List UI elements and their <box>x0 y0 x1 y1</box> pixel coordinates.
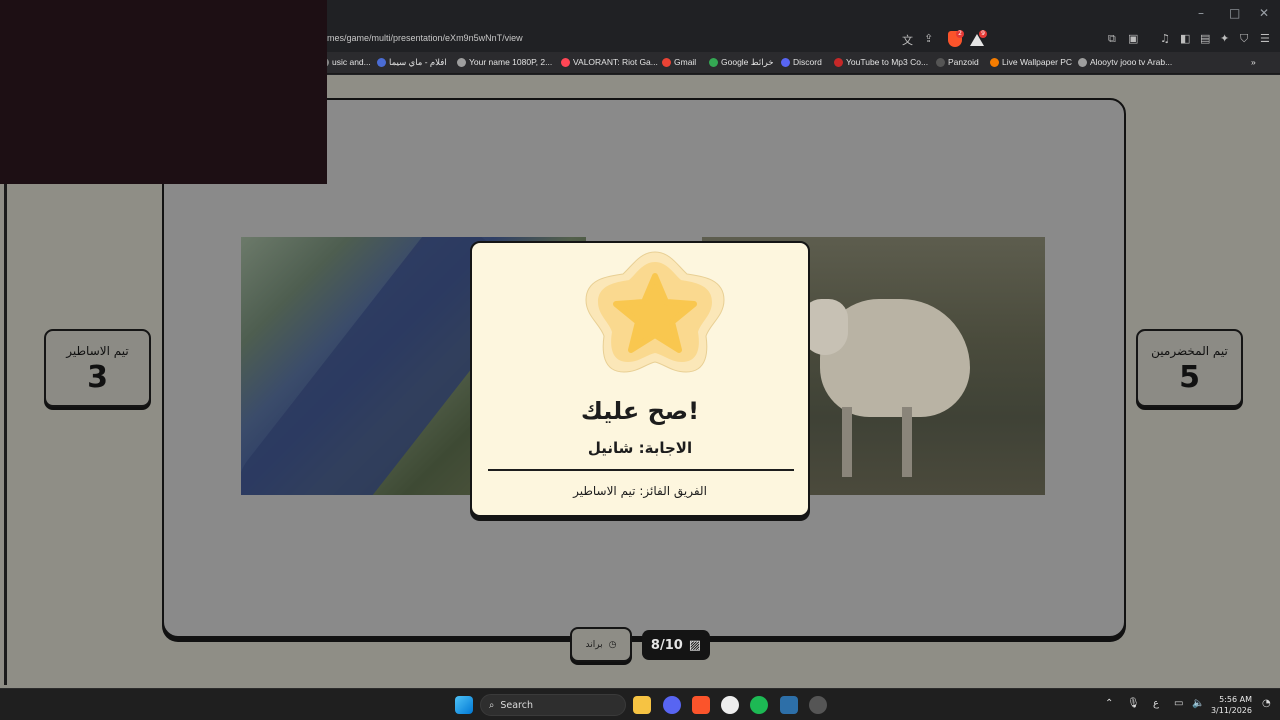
bookmark-label: Alooytv jooo tv Arab... <box>1090 57 1173 67</box>
date-label: 3/11/2026 <box>1210 706 1252 715</box>
sidebar-icon[interactable]: ◧ <box>1180 32 1190 45</box>
brand-hint-button[interactable]: براند ◷ <box>570 627 632 662</box>
bookmark-label: usic and... <box>332 57 371 67</box>
brave-taskbar-icon[interactable] <box>692 696 710 714</box>
bookmark-label: Live Wallpaper PC <box>1002 57 1073 67</box>
vpn-icon[interactable]: ⛉ <box>1240 32 1248 46</box>
bookmark-item[interactable]: Alooytv jooo tv Arab... <box>1078 57 1172 67</box>
volume-icon[interactable]: 🔈 <box>1192 698 1204 709</box>
question-counter: 8/10 ▨ <box>642 630 710 660</box>
share-icon[interactable]: ⇪ <box>924 32 933 45</box>
hint-label: براند <box>585 639 603 650</box>
language-indicator[interactable]: ع <box>1153 698 1159 709</box>
panzoid-icon <box>936 57 945 67</box>
image-icon: ▨ <box>688 637 702 653</box>
maps-icon <box>709 58 718 67</box>
bookmark-label: VALORANT: Riot Ga... <box>573 57 658 67</box>
counter-label: 8/10 <box>650 637 683 653</box>
bookmark-label: Google خرائط <box>721 57 774 67</box>
bookmark-item[interactable]: Google خرائط <box>709 57 774 68</box>
spotify-icon[interactable] <box>750 696 768 714</box>
team-score-value-left: 3 <box>87 360 108 395</box>
bookmark-label: Gmail <box>674 57 697 67</box>
discord-taskbar-icon[interactable] <box>663 696 681 714</box>
chevron-up-icon[interactable]: ⌃ <box>1105 698 1113 709</box>
bookmarks-more-button[interactable]: » <box>1251 57 1256 67</box>
minimize-button[interactable]: – <box>1198 6 1204 20</box>
team-score-right: تيم المخضرمين 5 <box>1136 329 1243 407</box>
bookmark-item[interactable]: Panzoid <box>936 57 979 67</box>
result-answer: الاجابة: شانيل <box>587 439 693 457</box>
bookmark-item[interactable]: افلام - ماي سيما <box>377 57 447 68</box>
screenshot-icon[interactable]: ▣ <box>1128 32 1138 45</box>
star-badge-icon <box>582 248 728 376</box>
overlay-window <box>0 0 327 184</box>
valorant-icon <box>561 57 570 67</box>
globe-icon <box>457 57 466 67</box>
team-name-right: تيم المخضرمين <box>1151 344 1228 358</box>
team-score-left: تيم الاساطير 3 <box>44 329 151 407</box>
result-title: صح عليك! <box>580 397 700 425</box>
bookmark-item[interactable]: Discord <box>781 57 822 67</box>
url-field[interactable]: mes/game/multi/presentation/eXm9n5wNnT/v… <box>327 33 523 43</box>
winning-team: الفريق الفائز: تيم الاساطير <box>573 484 707 498</box>
app-taskbar-icon[interactable] <box>721 696 739 714</box>
bookmark-label: Panzoid <box>948 57 979 67</box>
vscode-icon[interactable] <box>780 696 798 714</box>
close-button[interactable]: ✕ <box>1259 6 1269 20</box>
file-explorer-icon[interactable] <box>633 696 651 714</box>
team-score-value-right: 5 <box>1179 360 1200 395</box>
mic-icon[interactable]: 🎙 <box>1127 698 1140 709</box>
bookmark-item[interactable]: VALORANT: Riot Ga... <box>561 57 658 67</box>
shield-badge: 2 <box>956 30 964 38</box>
gmail-icon <box>662 57 671 67</box>
bookmark-label: Your name 1080P, 2... <box>469 57 553 67</box>
wallpaper-icon <box>990 57 999 67</box>
youtube-icon <box>834 57 843 67</box>
result-modal: صح عليك! الاجابة: شانيل الفريق الفائز: ت… <box>470 241 810 517</box>
time-label: 5:56 AM <box>1219 695 1252 704</box>
extensions-icon[interactable]: ⧉ <box>1108 32 1116 46</box>
sheep-leg <box>842 407 852 477</box>
maximize-button[interactable]: □ <box>1229 6 1240 20</box>
network-icon[interactable]: ▭ <box>1174 698 1183 709</box>
bookmark-item[interactable]: Gmail <box>662 57 696 67</box>
clock-icon: ◷ <box>608 639 617 650</box>
divider <box>488 469 794 471</box>
discord-icon <box>781 57 790 67</box>
taskbar-clock[interactable]: 5:56 AM 3/11/2026 <box>1210 694 1252 716</box>
search-icon: ⌕ <box>489 699 495 711</box>
search-placeholder: Search <box>500 699 533 711</box>
bookmark-item[interactable]: usic and... <box>320 57 371 67</box>
wallet-icon[interactable]: ▤ <box>1200 32 1210 45</box>
bookmark-item[interactable]: YouTube to Mp3 Co... <box>834 57 928 67</box>
start-icon[interactable] <box>455 696 473 714</box>
menu-icon[interactable]: ☰ <box>1260 32 1270 45</box>
taskbar-search[interactable]: ⌕ Search <box>480 694 626 716</box>
globe-icon <box>1078 57 1087 67</box>
bookmark-item[interactable]: Your name 1080P, 2... <box>457 57 552 67</box>
bookmark-label: YouTube to Mp3 Co... <box>846 57 929 67</box>
translate-icon[interactable]: 文 <box>902 32 913 48</box>
bookmark-item[interactable]: Live Wallpaper PC <box>990 57 1072 67</box>
app-active-icon[interactable] <box>809 696 827 714</box>
sheep-leg <box>902 407 912 477</box>
notification-icon[interactable]: ◔ <box>1262 698 1271 709</box>
mycima-icon <box>377 58 386 67</box>
leo-ai-icon[interactable]: ✦ <box>1220 32 1229 45</box>
bookmark-label: افلام - ماي سيما <box>389 57 447 67</box>
rewards-badge: 9 <box>979 30 987 38</box>
bookmark-label: Discord <box>793 57 822 67</box>
windows-taskbar: ⌕ Search ⌃ 🎙 ع ▭ 🔈 5:56 AM 3/11/2026 ◔ <box>0 688 1280 720</box>
team-name-left: تيم الاساطير <box>66 344 129 358</box>
media-icon[interactable]: ♫ <box>1160 32 1170 45</box>
